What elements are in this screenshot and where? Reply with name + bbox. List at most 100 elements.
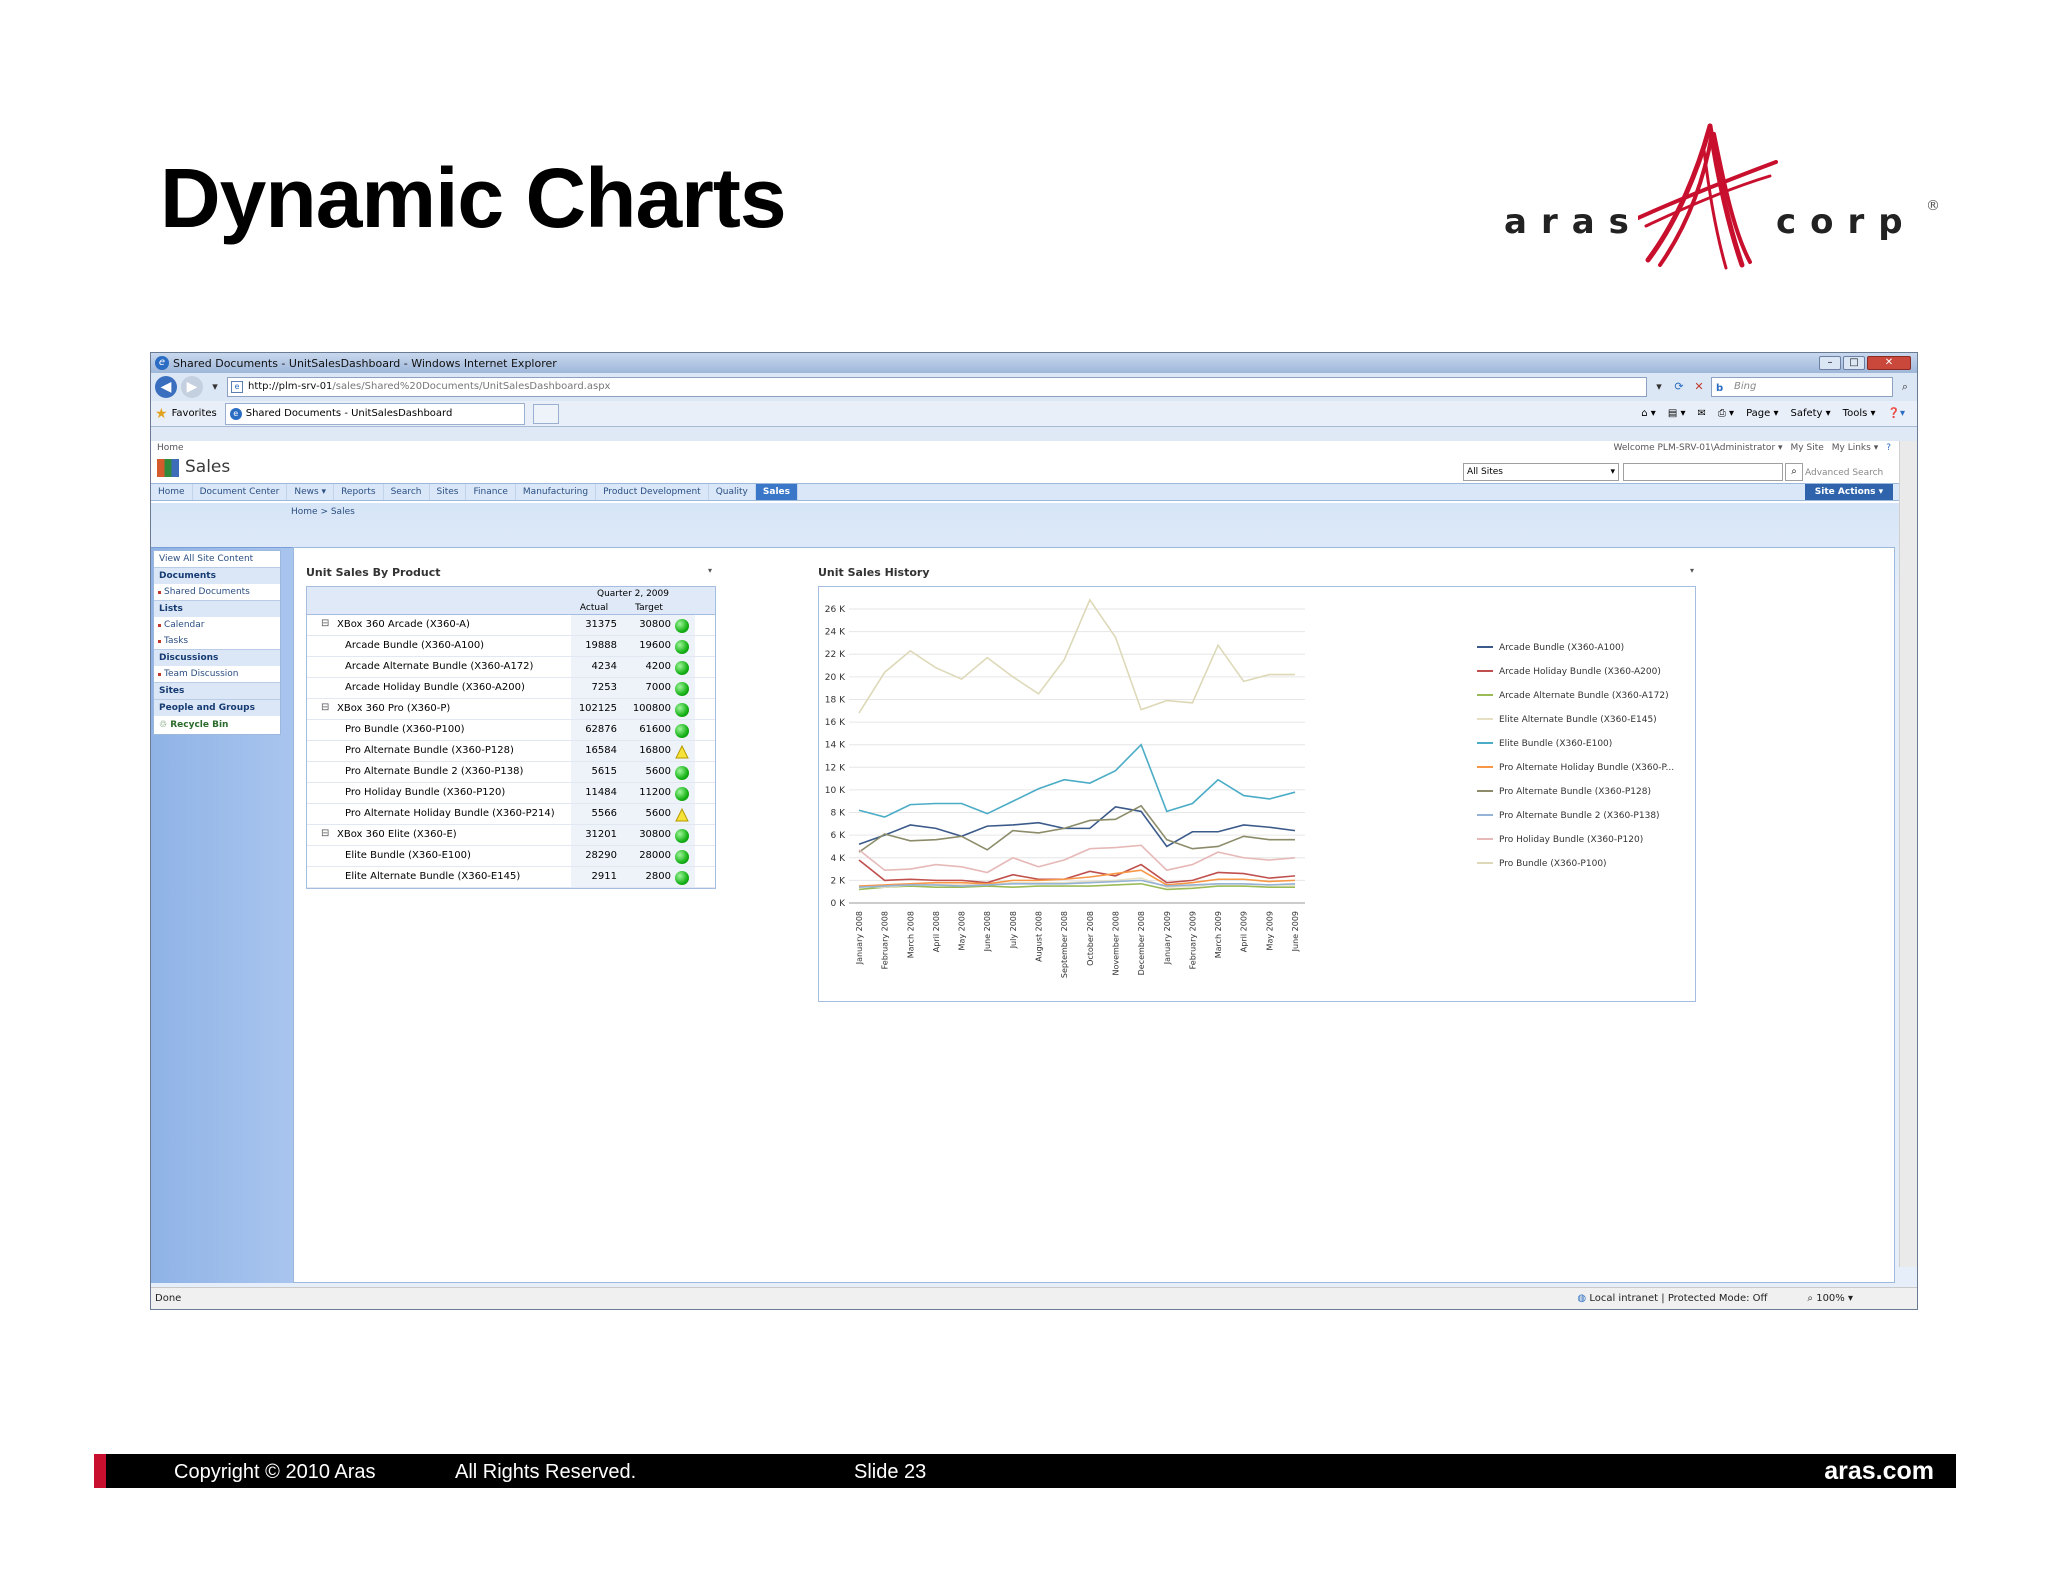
collapse-icon[interactable]: ⊟: [321, 828, 329, 839]
mail-icon[interactable]: ✉: [1697, 408, 1705, 419]
collapse-icon[interactable]: ⊟: [321, 702, 329, 713]
site-actions-menu[interactable]: Site Actions ▾: [1805, 484, 1893, 500]
x-tick-label: June 2009: [1291, 911, 1300, 952]
ql-lists-header[interactable]: Lists: [154, 600, 280, 617]
safety-menu[interactable]: Safety ▾: [1790, 408, 1830, 419]
ql-people-groups[interactable]: People and Groups: [154, 699, 280, 716]
welcome-menu[interactable]: Welcome PLM-SRV-01\Administrator ▾: [1613, 443, 1782, 453]
nav-sales[interactable]: Sales: [755, 484, 798, 500]
security-zone[interactable]: ◍ Local intranet | Protected Mode: Off: [1577, 1293, 1767, 1304]
browser-tab[interactable]: e Shared Documents - UnitSalesDashboard: [224, 402, 525, 425]
yellow-warning-icon: [675, 807, 689, 822]
advanced-search-link[interactable]: Advanced Search: [1805, 468, 1883, 478]
product-name: XBox 360 Arcade (X360-A): [337, 619, 470, 630]
site-search-icon[interactable]: ⌕: [1785, 463, 1803, 481]
ql-calendar[interactable]: Calendar: [154, 617, 280, 633]
sales-by-product-menu-icon[interactable]: ▾: [708, 566, 712, 575]
favorites-label: Favorites: [171, 408, 217, 419]
tab-page-icon: e: [229, 407, 242, 420]
search-icon[interactable]: ⌕: [1897, 378, 1913, 396]
page-scrollbar[interactable]: [1899, 441, 1917, 1267]
actual-value: 31375: [585, 619, 617, 630]
ql-discussions-header[interactable]: Discussions: [154, 649, 280, 666]
product-name: Pro Holiday Bundle (X360-P120): [345, 787, 506, 798]
breadcrumb[interactable]: Home > Sales: [291, 507, 355, 517]
table-row: Elite Bundle (X360-E100) 28290 28000: [307, 846, 715, 867]
sales-history-menu-icon[interactable]: ▾: [1690, 566, 1694, 575]
refresh-icon[interactable]: ⟳: [1671, 378, 1687, 396]
site-search-input[interactable]: [1623, 463, 1783, 481]
url-dropdown[interactable]: ▾: [1651, 378, 1667, 396]
nav-reports[interactable]: Reports: [334, 484, 384, 500]
browser-window: e Shared Documents - UnitSalesDashboard …: [150, 352, 1918, 1310]
favorites-button[interactable]: ★ Favorites: [155, 406, 217, 422]
series-line: [858, 844, 1296, 874]
ql-documents-header[interactable]: Documents: [154, 567, 280, 584]
nav-product-development[interactable]: Product Development: [596, 484, 709, 500]
nav-finance[interactable]: Finance: [466, 484, 516, 500]
actual-value: 11484: [585, 787, 617, 798]
actual-value: 62876: [585, 724, 617, 735]
nav-news[interactable]: News ▾: [287, 484, 335, 500]
y-tick-label: 10 K: [825, 786, 846, 796]
product-name: Pro Alternate Bundle (X360-P128): [345, 745, 514, 756]
feeds-icon[interactable]: ▤ ▾: [1668, 408, 1686, 419]
y-tick-label: 8 K: [831, 809, 847, 819]
sp-body: Home > Sales View All Site Content Docum…: [151, 503, 1917, 1287]
home-icon[interactable]: ⌂ ▾: [1641, 408, 1656, 419]
search-scope-select[interactable]: All Sites ▾: [1463, 463, 1619, 481]
forward-button[interactable]: ▶: [181, 376, 203, 398]
ql-shared-documents[interactable]: Shared Documents: [154, 584, 280, 600]
url-field[interactable]: e http://plm-srv-01/sales/Shared%20Docum…: [227, 377, 1647, 397]
my-site-link[interactable]: My Site: [1791, 443, 1824, 453]
my-links-menu[interactable]: My Links ▾: [1832, 443, 1878, 453]
help-icon[interactable]: ❓▾: [1888, 408, 1905, 419]
target-value: 28000: [639, 850, 671, 861]
footer-bar: Copyright © 2010 Aras All Rights Reserve…: [94, 1454, 1956, 1488]
history-dropdown[interactable]: ▾: [207, 378, 223, 396]
tools-menu[interactable]: Tools ▾: [1843, 408, 1876, 419]
actual-value: 102125: [578, 703, 617, 714]
actual-value: 7253: [591, 682, 617, 693]
nav-manufacturing[interactable]: Manufacturing: [516, 484, 597, 500]
maximize-button[interactable]: □: [1843, 356, 1865, 370]
nav-search[interactable]: Search: [384, 484, 430, 500]
ql-recycle-bin[interactable]: ♲ Recycle Bin: [154, 716, 280, 734]
nav-home[interactable]: Home: [151, 484, 193, 500]
minimize-button[interactable]: –: [1819, 356, 1841, 370]
nav-document-center[interactable]: Document Center: [193, 484, 288, 500]
site-name[interactable]: Sales: [185, 457, 230, 477]
sp-top-home[interactable]: Home: [157, 443, 184, 453]
legend-label: Elite Bundle (X360-E100): [1499, 739, 1612, 749]
green-status-icon: [675, 850, 689, 864]
table-row: Pro Alternate Holiday Bundle (X360-P214)…: [307, 804, 715, 825]
table-row: Pro Holiday Bundle (X360-P120) 11484 11200: [307, 783, 715, 804]
y-tick-label: 16 K: [825, 718, 846, 728]
legend-label: Arcade Holiday Bundle (X360-A200): [1499, 667, 1661, 677]
new-tab-button[interactable]: [532, 403, 559, 424]
print-icon[interactable]: ⎙ ▾: [1718, 408, 1734, 419]
page-icon: e: [231, 381, 243, 393]
globe-icon: ◍: [1577, 1293, 1590, 1304]
ql-sites-header[interactable]: Sites: [154, 682, 280, 699]
search-input[interactable]: b Bing: [1711, 377, 1893, 397]
ql-team-discussion[interactable]: Team Discussion: [154, 666, 280, 682]
stop-icon[interactable]: ✕: [1691, 378, 1707, 396]
footer-site[interactable]: aras.com: [1824, 1457, 1934, 1486]
help-icon[interactable]: ?: [1886, 443, 1891, 453]
url-host: http://plm-srv-01: [248, 381, 333, 392]
back-button[interactable]: ◀: [155, 376, 177, 398]
page-menu[interactable]: Page ▾: [1746, 408, 1778, 419]
green-status-icon: [675, 682, 689, 696]
table-group-row: ⊟ XBox 360 Elite (X360-E) 31201 30800: [307, 825, 715, 846]
ql-tasks[interactable]: Tasks: [154, 633, 280, 649]
x-tick-label: August 2008: [1035, 911, 1044, 962]
collapse-icon[interactable]: ⊟: [321, 618, 329, 629]
series-line: [858, 598, 1295, 714]
close-button[interactable]: ✕: [1867, 356, 1911, 370]
zoom-control[interactable]: ⌕ 100% ▾: [1807, 1293, 1853, 1304]
ql-view-all[interactable]: View All Site Content: [154, 551, 280, 567]
nav-sites[interactable]: Sites: [430, 484, 467, 500]
nav-quality[interactable]: Quality: [709, 484, 756, 500]
product-name: Arcade Holiday Bundle (X360-A200): [345, 682, 525, 693]
